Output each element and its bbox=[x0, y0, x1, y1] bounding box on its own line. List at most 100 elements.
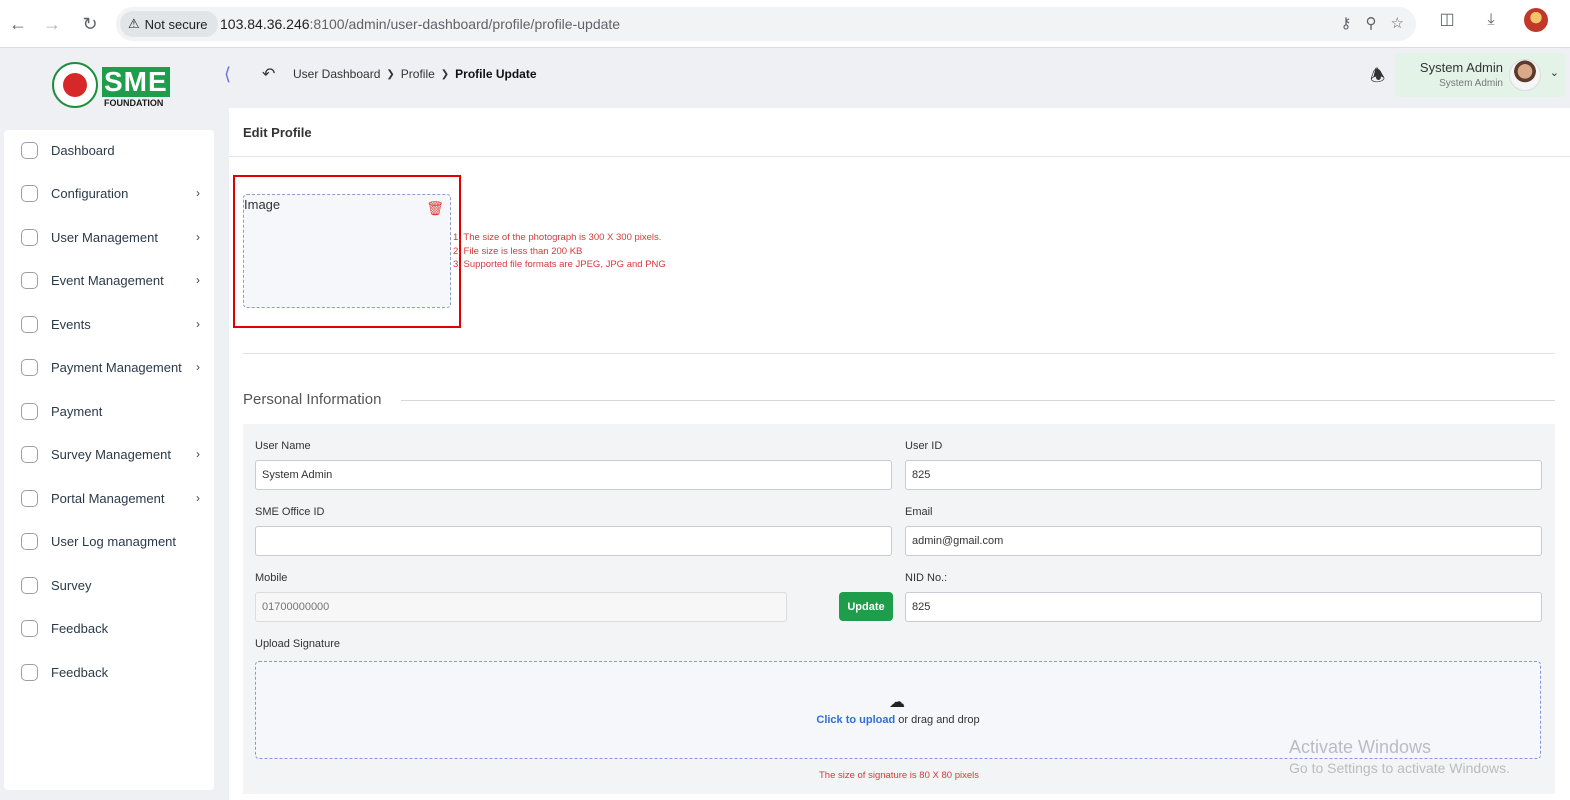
collapse-sidebar-icon[interactable]: ⟨ bbox=[224, 64, 231, 85]
logo-wordmark: SME bbox=[102, 66, 170, 98]
email-label: Email bbox=[905, 506, 933, 518]
sidebar-item-event-management[interactable]: Event Management › bbox=[4, 260, 214, 300]
edit-profile-card: Edit Profile Image 🗑 1. The size of the … bbox=[229, 108, 1570, 800]
chevron-right-icon: › bbox=[196, 186, 200, 200]
chevron-right-icon: ❯ bbox=[440, 68, 450, 80]
lock-icon bbox=[21, 271, 38, 289]
logo-sme-text: SME bbox=[102, 66, 170, 97]
sidebar-item-survey[interactable]: Survey bbox=[4, 565, 214, 605]
back-arrow-icon[interactable]: ← bbox=[6, 12, 30, 36]
avatar bbox=[1509, 59, 1541, 91]
sidebar: SME FOUNDATION Dashboard Configuration › Us… bbox=[0, 48, 222, 800]
extensions-icon[interactable]: ◫ bbox=[1436, 9, 1458, 31]
breadcrumb: User Dashboard ❯ Profile ❯ Profile Updat… bbox=[293, 67, 537, 81]
chevron-down-icon: ⌄ bbox=[1549, 67, 1559, 79]
chevron-right-icon: › bbox=[196, 230, 200, 244]
sidebar-item-portal-management[interactable]: Portal Management › bbox=[4, 478, 214, 518]
card-icon bbox=[21, 532, 38, 550]
sidebar-item-label: Payment Management bbox=[51, 359, 182, 375]
mobile-input[interactable] bbox=[255, 592, 787, 622]
mobile-label: Mobile bbox=[255, 572, 288, 584]
lock-icon bbox=[21, 315, 38, 333]
sidebar-item-label: Configuration bbox=[51, 185, 129, 201]
sme-foundation-logo[interactable]: SME FOUNDATION bbox=[52, 60, 172, 110]
sidebar-item-label: Survey Management bbox=[51, 446, 171, 462]
sidebar-item-user-management[interactable]: User Management › bbox=[4, 217, 214, 257]
key-icon[interactable]: ⚷ bbox=[1341, 14, 1352, 32]
sidebar-item-label: Survey bbox=[51, 577, 92, 593]
settings-icon bbox=[21, 184, 38, 202]
sidebar-item-dashboard[interactable]: Dashboard bbox=[4, 130, 214, 170]
breadcrumb-current: Profile Update bbox=[455, 67, 537, 81]
sidebar-item-payment-management[interactable]: Payment Management › bbox=[4, 347, 214, 387]
sme-office-id-input[interactable] bbox=[255, 526, 892, 556]
url-text[interactable]: 103.84.36.246:8100/admin/user-dashboard/… bbox=[220, 16, 620, 32]
sidebar-item-label: User Log managment bbox=[51, 533, 177, 549]
sidebar-item-feedback[interactable]: Feedback bbox=[4, 608, 214, 648]
sidebar-item-label: User Management bbox=[51, 229, 158, 245]
breadcrumb-user-dashboard[interactable]: User Dashboard bbox=[293, 67, 380, 81]
url-path: :8100/admin/user-dashboard/profile/profi… bbox=[309, 16, 621, 32]
warning-icon: ⚠ bbox=[128, 16, 140, 31]
notification-bell-icon[interactable]: 🕭 bbox=[1370, 63, 1385, 92]
browser-toolbar: ← → ↻ ⚠ Not secure 103.84.36.246:8100/ad… bbox=[0, 0, 1570, 48]
page-title: Edit Profile bbox=[243, 125, 312, 140]
sidebar-item-user-log-managment[interactable]: User Log managment bbox=[4, 521, 214, 561]
drag-drop-text: or drag and drop bbox=[898, 714, 980, 726]
chevron-right-icon: › bbox=[196, 317, 200, 331]
nid-label: NID No.: bbox=[905, 572, 948, 584]
signature-label: Upload Signature bbox=[255, 638, 341, 650]
watermark-title: Activate Windows bbox=[1289, 737, 1432, 757]
section-title: Personal Information bbox=[243, 391, 382, 408]
sme-office-id-label: SME Office ID bbox=[255, 506, 325, 518]
chevron-right-icon: › bbox=[196, 491, 200, 505]
photo-requirements: 1. The size of the photograph is 300 X 3… bbox=[453, 231, 666, 272]
chevron-right-icon: ❯ bbox=[386, 68, 395, 80]
sidebar-item-label: Events bbox=[51, 316, 91, 332]
pie-icon bbox=[21, 445, 38, 463]
card-icon bbox=[21, 402, 38, 420]
email-field[interactable] bbox=[905, 526, 1542, 556]
user-menu[interactable]: System Admin System Admin ⌄ bbox=[1395, 53, 1565, 97]
sidebar-item-feedback[interactable]: Feedback bbox=[4, 652, 214, 692]
reload-icon[interactable]: ↻ bbox=[78, 12, 102, 36]
feedback-icon bbox=[21, 619, 38, 637]
divider bbox=[243, 353, 1555, 354]
star-icon[interactable]: ☆ bbox=[1391, 14, 1404, 32]
sidebar-item-events[interactable]: Events › bbox=[4, 304, 214, 344]
sidebar-item-label: Payment bbox=[51, 403, 103, 419]
card-header: Edit Profile bbox=[229, 108, 1570, 157]
nid-input[interactable] bbox=[905, 592, 1542, 622]
windows-activation-watermark: Activate Windows Go to Settings to activ… bbox=[1289, 737, 1510, 776]
user-name-input[interactable] bbox=[255, 460, 892, 490]
browser-profile-avatar[interactable] bbox=[1524, 8, 1548, 32]
user-id-input[interactable] bbox=[905, 460, 1542, 490]
pie-icon bbox=[21, 576, 38, 594]
watermark-subtitle: Go to Settings to activate Windows. bbox=[1289, 760, 1510, 776]
sidebar-item-label: Dashboard bbox=[51, 142, 115, 158]
zoom-icon[interactable]: ⚲ bbox=[1366, 14, 1377, 32]
trash-icon[interactable]: 🗑 bbox=[426, 200, 444, 217]
download-icon[interactable]: ⤓ bbox=[1480, 9, 1502, 31]
address-bar[interactable]: ⚠ Not secure 103.84.36.246:8100/admin/us… bbox=[116, 7, 1416, 41]
forward-arrow-icon[interactable]: → bbox=[40, 12, 64, 36]
profile-photo-upload[interactable]: Image 🗑 bbox=[243, 194, 451, 308]
page-header: ⟨ ↶ User Dashboard ❯ Profile ❯ Profile U… bbox=[222, 48, 1570, 100]
breadcrumb-profile[interactable]: Profile bbox=[401, 67, 435, 81]
sidebar-item-survey-management[interactable]: Survey Management › bbox=[4, 434, 214, 474]
sidebar-item-label: Feedback bbox=[51, 620, 109, 636]
undo-back-icon[interactable]: ↶ bbox=[262, 64, 275, 84]
security-chip[interactable]: ⚠ Not secure bbox=[120, 11, 218, 37]
government-seal-icon bbox=[52, 62, 98, 108]
sidebar-item-label: Feedback bbox=[51, 664, 109, 680]
card-icon bbox=[21, 358, 38, 376]
logo-foundation-text: FOUNDATION bbox=[104, 98, 164, 108]
sidebar-item-payment[interactable]: Payment bbox=[4, 391, 214, 431]
user-name: System Admin bbox=[1419, 60, 1503, 75]
sidebar-menu: Dashboard Configuration › User Management › E… bbox=[4, 130, 214, 790]
sidebar-item-configuration[interactable]: Configuration › bbox=[4, 173, 214, 213]
sidebar-item-label: Portal Management bbox=[51, 490, 165, 506]
click-to-upload-link[interactable]: Click to upload bbox=[816, 714, 895, 726]
update-button[interactable]: Update bbox=[839, 592, 893, 621]
sidebar-item-label: Event Management bbox=[51, 272, 164, 288]
